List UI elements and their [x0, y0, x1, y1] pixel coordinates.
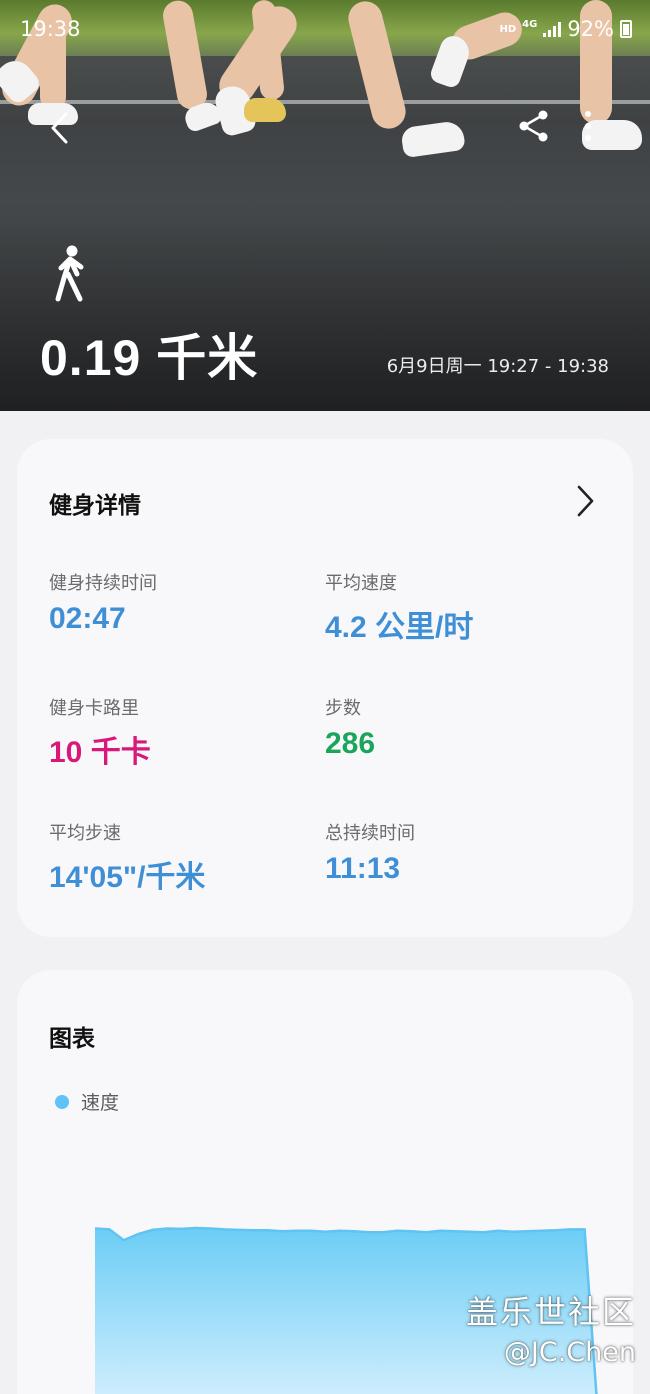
metric-value: 14'05"/千米: [49, 861, 206, 894]
metric-label: 平均速度: [325, 573, 397, 594]
share-icon[interactable]: [514, 106, 554, 146]
network-indicator: 4G: [522, 18, 538, 30]
workout-details-card[interactable]: 健身详情 健身持续时间 02:47 平均速度 4.2 公里/时 健身卡路里 10…: [17, 439, 633, 937]
metric-label: 健身持续时间: [49, 573, 157, 594]
metric-value: 286: [325, 727, 376, 760]
metric-value: 10 千卡: [49, 736, 151, 769]
more-vertical-icon[interactable]: [578, 106, 598, 146]
battery-icon: [620, 20, 632, 38]
workout-distance: 0.19 千米: [40, 330, 259, 386]
hero-road-line: [0, 100, 650, 104]
metric-label: 步数: [325, 698, 361, 719]
metric-average-speed: 平均速度 4.2 公里/时: [325, 569, 473, 646]
metric-calories: 健身卡路里 10 千卡: [49, 694, 151, 771]
metric-average-pace: 平均步速 14'05"/千米: [49, 819, 205, 896]
workout-time-range: 6月9日周一 19:27 - 19:38: [386, 356, 609, 377]
metric-workout-duration: 健身持续时间 02:47: [49, 569, 157, 636]
signal-icon: [543, 21, 562, 37]
watermark-community: 盖乐世社区: [465, 1293, 636, 1331]
hd-indicator: HD: [499, 23, 517, 35]
metric-total-duration: 总持续时间 11:13: [325, 819, 415, 886]
metric-label: 健身卡路里: [49, 698, 139, 719]
status-bar: 19:38 HD 4G 92%: [0, 12, 650, 48]
back-arrow-icon[interactable]: [44, 108, 78, 148]
metric-label: 平均步速: [49, 823, 121, 844]
chevron-right-icon[interactable]: [573, 484, 597, 518]
metric-value: 4.2 公里/时: [325, 611, 474, 644]
status-indicators: HD 4G 92%: [499, 17, 632, 41]
details-title: 健身详情: [49, 493, 141, 519]
metric-value: 11:13: [325, 852, 401, 885]
workout-hero-banner: 19:38 HD 4G 92% 0.19 千米 6月9日周一 19:27 - 1…: [0, 0, 650, 411]
metric-steps: 步数 286: [325, 694, 375, 761]
battery-percentage: 92%: [567, 17, 614, 41]
walking-person-icon: [55, 245, 84, 302]
watermark-author: @JC.Chen: [503, 1337, 636, 1368]
metric-value: 02:47: [49, 602, 126, 635]
status-time: 19:38: [20, 17, 81, 41]
metric-label: 总持续时间: [325, 823, 415, 844]
